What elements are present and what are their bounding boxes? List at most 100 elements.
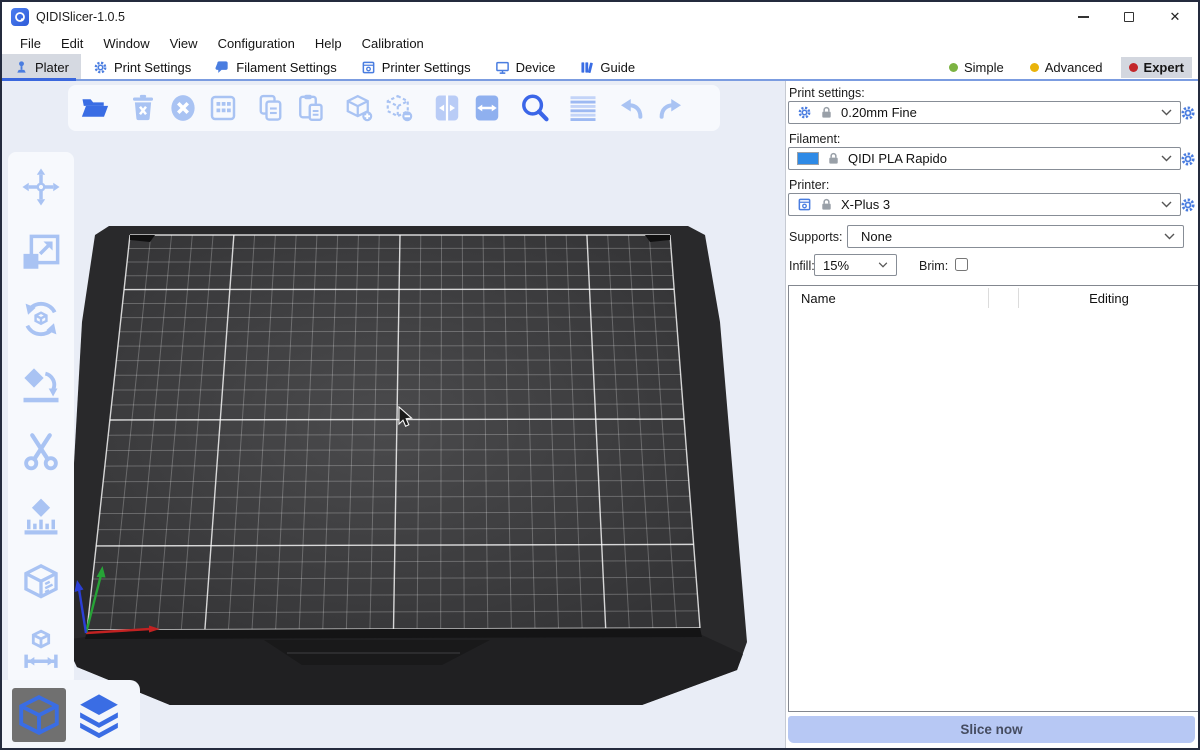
paint-supports-tool-button[interactable] (18, 494, 64, 540)
rotate-icon (20, 298, 62, 340)
print-bed (2, 81, 785, 750)
simple-mode-dot-icon (949, 63, 958, 72)
paste-button[interactable] (292, 89, 330, 127)
printer-gear-button[interactable] (1179, 196, 1196, 213)
add-instance-button[interactable] (340, 89, 378, 127)
remove-instance-button[interactable] (380, 89, 418, 127)
scale-tool-button[interactable] (18, 230, 64, 276)
preview-view-button[interactable] (72, 688, 126, 742)
advanced-mode-dot-icon (1030, 63, 1039, 72)
title-bar: QIDISlicer-1.0.5 ✕ (2, 2, 1198, 32)
menu-view[interactable]: View (160, 34, 208, 53)
slice-now-button[interactable]: Slice now (788, 716, 1195, 743)
measure-icon (20, 628, 62, 670)
close-button[interactable]: ✕ (1152, 2, 1198, 32)
tab-label: Device (516, 60, 556, 75)
supports-combo[interactable]: None (847, 225, 1184, 248)
printer-icon (361, 60, 376, 75)
active-tab-underline (2, 78, 76, 81)
infill-value: 15% (823, 258, 849, 273)
guide-icon (579, 60, 594, 75)
search-button[interactable] (516, 89, 554, 127)
delete-button[interactable] (124, 89, 162, 127)
copy-button[interactable] (252, 89, 290, 127)
delete-all-button[interactable] (164, 89, 202, 127)
filament-gear-button[interactable] (1179, 150, 1196, 167)
filament-combo[interactable]: QIDI PLA Rapido (788, 147, 1181, 170)
tab-plater[interactable]: Plater (2, 54, 81, 81)
menu-help[interactable]: Help (305, 34, 352, 53)
maximize-button[interactable] (1106, 2, 1152, 32)
menu-calibration[interactable]: Calibration (352, 34, 434, 53)
object-list[interactable]: Name Editing (788, 285, 1200, 712)
object-list-header: Name Editing (789, 286, 1199, 310)
place-on-face-tool-button[interactable] (18, 362, 64, 408)
rotate-tool-button[interactable] (18, 296, 64, 342)
brim-label: Brim: (919, 259, 948, 273)
split-parts-button[interactable] (468, 89, 506, 127)
menu-window[interactable]: Window (93, 34, 159, 53)
menu-edit[interactable]: Edit (51, 34, 93, 53)
tab-device[interactable]: Device (483, 54, 568, 81)
arrange-button[interactable] (204, 89, 242, 127)
mode-label: Expert (1144, 60, 1184, 75)
menu-configuration[interactable]: Configuration (208, 34, 305, 53)
chevron-down-icon (1161, 155, 1172, 162)
seam-painting-tool-button[interactable] (18, 560, 64, 606)
window-title: QIDISlicer-1.0.5 (36, 10, 125, 24)
gear-icon (1180, 197, 1196, 213)
print-settings-combo[interactable]: 0.20mm Fine (788, 101, 1181, 124)
move-tool-button[interactable] (18, 164, 64, 210)
redo-button[interactable] (652, 89, 690, 127)
printer-label: Printer: (789, 178, 829, 192)
main-toolbar (68, 85, 720, 131)
side-toolbar (8, 152, 74, 686)
delete-icon (128, 93, 158, 123)
mode-selector: Simple Advanced Expert (941, 54, 1198, 81)
lock-icon (819, 105, 834, 120)
menu-file[interactable]: File (10, 34, 51, 53)
filament-color-swatch (797, 152, 819, 165)
brim-checkbox[interactable] (955, 258, 968, 271)
split-objects-button[interactable] (428, 89, 466, 127)
mode-label: Advanced (1045, 60, 1103, 75)
infill-combo[interactable]: 15% (814, 254, 897, 276)
seam-painting-icon (20, 562, 62, 604)
printer-value: X-Plus 3 (841, 197, 890, 212)
gear-icon (1180, 151, 1196, 167)
tab-filament-settings[interactable]: Filament Settings (203, 54, 348, 81)
mode-simple[interactable]: Simple (941, 57, 1012, 78)
gear-icon (93, 60, 108, 75)
chevron-down-icon (878, 262, 888, 268)
3d-editor-view-button[interactable] (12, 688, 66, 742)
tab-print-settings[interactable]: Print Settings (81, 54, 203, 81)
undo-icon (616, 93, 646, 123)
variable-layer-height-button[interactable] (564, 89, 602, 127)
maximize-icon (1124, 12, 1134, 22)
device-icon (495, 60, 510, 75)
tab-label: Printer Settings (382, 60, 471, 75)
open-folder-button[interactable] (76, 89, 114, 127)
undo-button[interactable] (612, 89, 650, 127)
settings-panel: Print settings: 0.20mm Fine Filament: (785, 81, 1198, 748)
mode-advanced[interactable]: Advanced (1022, 57, 1111, 78)
3d-viewport[interactable] (2, 81, 785, 750)
mode-expert[interactable]: Expert (1121, 57, 1192, 78)
chevron-down-icon (1161, 109, 1172, 116)
arrange-icon (208, 93, 238, 123)
search-icon (519, 92, 551, 124)
measure-tool-button[interactable] (18, 626, 64, 672)
menu-bar: File Edit Window View Configuration Help… (2, 32, 1198, 54)
tab-printer-settings[interactable]: Printer Settings (349, 54, 483, 81)
cut-tool-button[interactable] (18, 428, 64, 474)
printer-combo[interactable]: X-Plus 3 (788, 193, 1181, 216)
delete-all-icon (168, 93, 198, 123)
tab-guide[interactable]: Guide (567, 54, 647, 81)
paint-supports-icon (20, 496, 62, 538)
qidislicer-window: QIDISlicer-1.0.5 ✕ File Edit Window View… (0, 0, 1200, 750)
minimize-button[interactable] (1060, 2, 1106, 32)
copy-icon (256, 93, 286, 123)
chevron-down-icon (1164, 233, 1175, 240)
print-settings-gear-button[interactable] (1179, 104, 1196, 121)
app-logo-icon (11, 8, 29, 26)
